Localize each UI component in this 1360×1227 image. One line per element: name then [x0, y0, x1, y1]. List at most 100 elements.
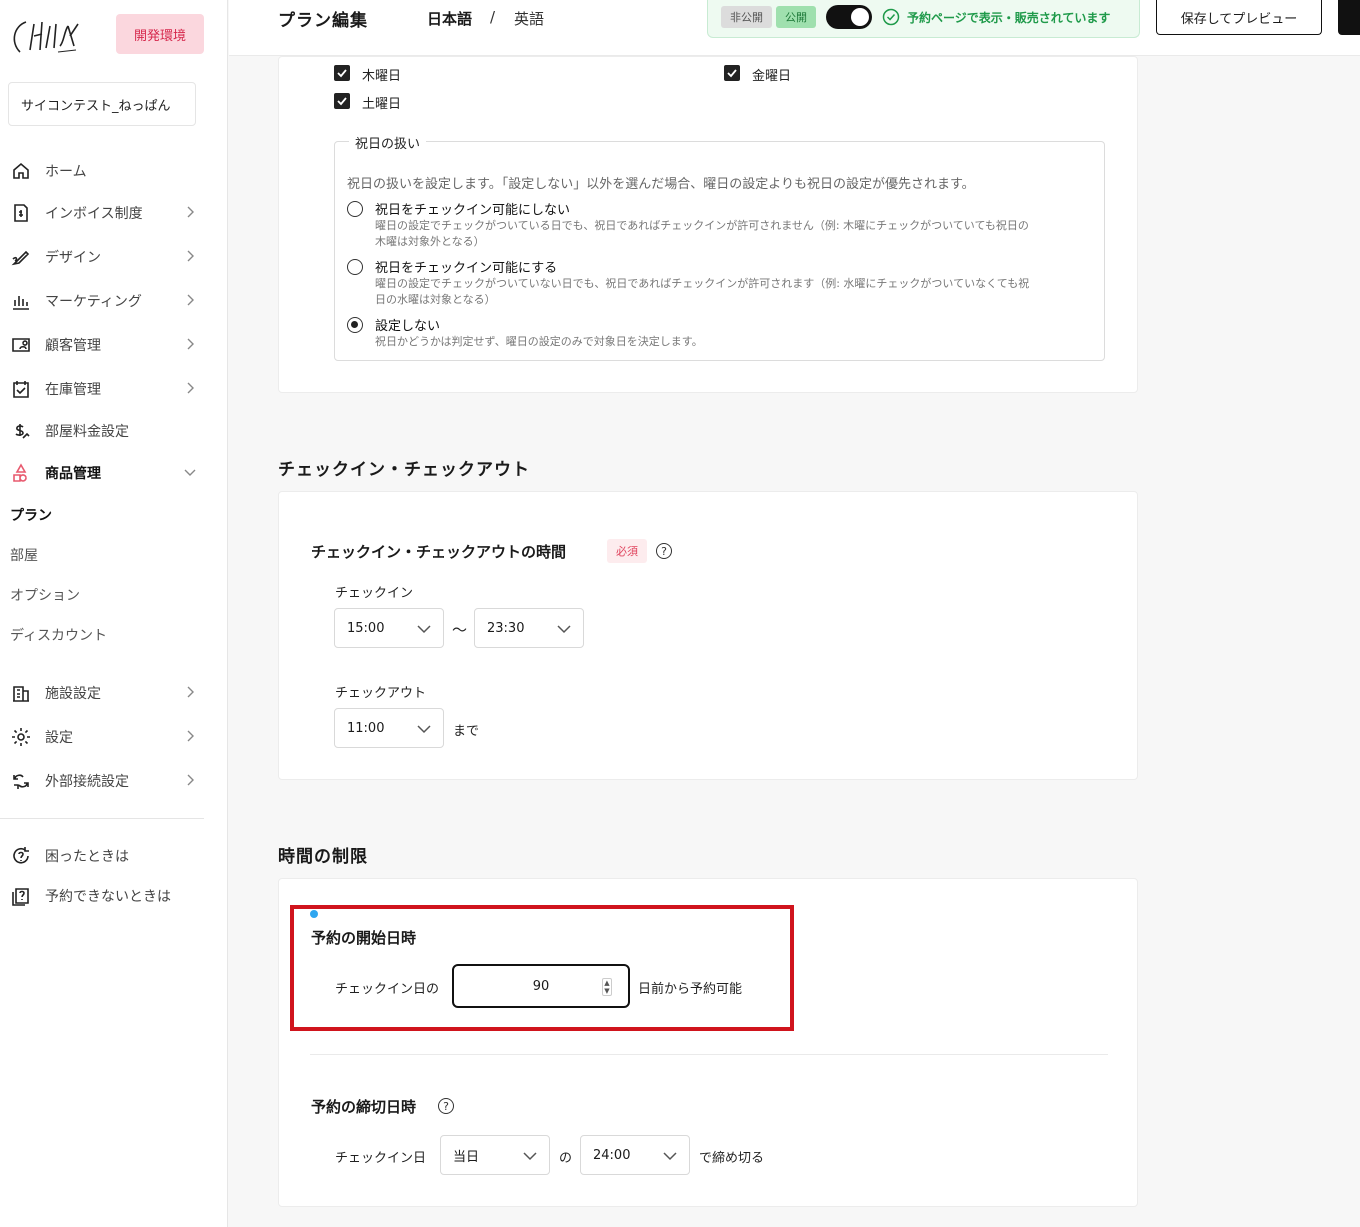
check-circle-icon: [882, 8, 900, 26]
help-icon[interactable]: ?: [656, 543, 672, 559]
facility-selector[interactable]: サイコンテスト_ねっぱん: [8, 82, 196, 126]
cursor-dot: [310, 910, 318, 918]
radio-label: 祝日をチェックイン可能にする: [375, 261, 558, 276]
sidebar: 開発環境 サイコンテスト_ねっぱん ホーム インボイス制度 デザイン マーケティ…: [0, 0, 228, 1227]
page-title: プラン編集: [278, 11, 368, 31]
required-badge: 必須: [607, 539, 647, 563]
design-icon: [10, 246, 32, 268]
booking-start-days-input[interactable]: 90 ▲ ▼: [452, 964, 630, 1008]
section-title-time-limit: 時間の制限: [278, 847, 368, 867]
save-preview-button[interactable]: 保存してプレビュー: [1156, 0, 1322, 35]
select-value: 11:00: [347, 720, 385, 736]
sidebar-item-inventory[interactable]: 在庫管理: [10, 375, 200, 403]
sidebar-item-label: 外部接続設定: [45, 774, 129, 790]
select-value: 24:00: [593, 1147, 631, 1163]
sidebar-item-label: 商品管理: [45, 466, 101, 482]
public-pill: 公開: [776, 6, 816, 28]
deadline-time-select[interactable]: 24:00: [580, 1135, 690, 1175]
checkbox-saturday[interactable]: [334, 93, 350, 109]
status-text: 予約ページで表示・販売されています: [907, 11, 1111, 25]
chevron-down-icon: [184, 465, 196, 479]
number-spinner[interactable]: ▲ ▼: [602, 978, 612, 996]
divider: [310, 1054, 1108, 1055]
deadline-prefix: チェックイン日: [335, 1151, 427, 1166]
sidebar-item-label: 予約できないときは: [45, 889, 171, 905]
lang-tab-ja[interactable]: 日本語: [427, 8, 472, 29]
checkin-time-title: チェックイン・チェックアウトの時間: [311, 543, 567, 561]
sidebar-item-customers[interactable]: 顧客管理: [10, 331, 200, 359]
top-bar: プラン編集 日本語 / 英語 非公開 公開 予約ページで表示・販売されています …: [229, 0, 1360, 56]
checkout-select[interactable]: 11:00: [334, 708, 444, 748]
question-doc-icon: [10, 885, 32, 907]
lang-tab-en[interactable]: 英語: [514, 8, 544, 29]
booking-deadline-title: 予約の締切日時: [311, 1098, 417, 1116]
select-value: 23:30: [487, 620, 525, 636]
sidebar-subitem-option[interactable]: オプション: [10, 585, 80, 605]
booking-start-suffix: 日前から予約可能: [638, 982, 743, 997]
sidebar-subitem-room[interactable]: 部屋: [10, 545, 38, 565]
sidebar-item-external[interactable]: 外部接続設定: [10, 767, 200, 795]
checkbox-friday[interactable]: [724, 65, 740, 81]
invoice-icon: [10, 202, 32, 224]
checkbox-label: 土曜日: [362, 97, 402, 112]
deadline-day-select[interactable]: 当日: [440, 1135, 550, 1175]
help-cycle-icon: [10, 845, 32, 867]
save-button[interactable]: [1338, 0, 1360, 35]
sidebar-subitem-plan[interactable]: プラン: [10, 505, 52, 525]
radio-description: 木曜は対象外となる）: [375, 235, 485, 248]
sidebar-item-label: デザイン: [45, 250, 101, 266]
calendar-check-icon: [10, 378, 32, 400]
sidebar-item-help[interactable]: 困ったときは: [10, 842, 200, 870]
chevron-down-icon: [417, 623, 431, 634]
radio-description: 曜日の設定でチェックがついている日でも、祝日であればチェックインが許可されません…: [375, 219, 1029, 232]
sidebar-item-label: ホーム: [45, 164, 87, 180]
chart-bar-icon: [10, 290, 32, 312]
chevron-down-icon: [417, 723, 431, 734]
radio-holiday-disallow[interactable]: [347, 201, 363, 217]
sidebar-item-products[interactable]: 商品管理: [10, 459, 200, 487]
select-value: 当日: [453, 1149, 480, 1165]
section-title-checkin: チェックイン・チェックアウト: [278, 460, 530, 480]
chevron-right-icon: [184, 773, 196, 787]
sidebar-item-label: 施設設定: [45, 686, 101, 702]
help-icon[interactable]: ?: [438, 1098, 454, 1114]
checkout-label: チェックアウト: [335, 686, 427, 701]
checkbox-label: 木曜日: [362, 69, 402, 84]
deadline-of: の: [559, 1151, 573, 1166]
publish-toggle[interactable]: [826, 5, 872, 29]
shapes-icon: [10, 462, 32, 484]
radio-description: 日の水曜は対象となる）: [375, 293, 496, 306]
sidebar-item-design[interactable]: デザイン: [10, 243, 200, 271]
sidebar-item-room-rates[interactable]: 部屋料金設定: [10, 417, 200, 445]
sidebar-item-cannot-book[interactable]: 予約できないときは: [10, 882, 200, 910]
sidebar-subitem-discount[interactable]: ディスカウント: [10, 625, 107, 645]
radio-description: 祝日かどうかは判定せず、曜日の設定のみで対象日を決定します。: [375, 335, 703, 348]
checkin-from-select[interactable]: 15:00: [334, 608, 444, 648]
radio-holiday-allow[interactable]: [347, 259, 363, 275]
checkin-to-select[interactable]: 23:30: [474, 608, 584, 648]
chevron-right-icon: [184, 685, 196, 699]
price-icon: [10, 420, 32, 442]
sidebar-item-label: インボイス制度: [45, 206, 143, 222]
chevron-down-icon: [557, 623, 571, 634]
sidebar-divider: [0, 818, 204, 819]
sidebar-item-label: 顧客管理: [45, 338, 101, 354]
gear-icon: [10, 726, 32, 748]
sidebar-item-label: 困ったときは: [45, 849, 129, 865]
sidebar-item-home[interactable]: ホーム: [10, 157, 200, 185]
sidebar-item-invoice[interactable]: インボイス制度: [10, 199, 200, 227]
select-value: 15:00: [347, 620, 385, 636]
booking-start-title: 予約の開始日時: [311, 929, 417, 947]
sidebar-item-settings[interactable]: 設定: [10, 723, 200, 751]
radio-label: 祝日をチェックイン可能にしない: [375, 203, 571, 218]
sidebar-item-label: 設定: [45, 730, 73, 746]
publish-status-box: 非公開 公開 予約ページで表示・販売されています: [707, 0, 1140, 38]
holiday-legend: 祝日の扱い: [349, 133, 427, 152]
link-icon: [10, 770, 32, 792]
sidebar-item-marketing[interactable]: マーケティング: [10, 287, 200, 315]
dev-env-badge: 開発環境: [116, 14, 204, 54]
radio-holiday-none[interactable]: [347, 317, 363, 333]
logo[interactable]: [8, 12, 82, 60]
checkbox-thursday[interactable]: [334, 65, 350, 81]
sidebar-item-facility[interactable]: 施設設定: [10, 679, 200, 707]
